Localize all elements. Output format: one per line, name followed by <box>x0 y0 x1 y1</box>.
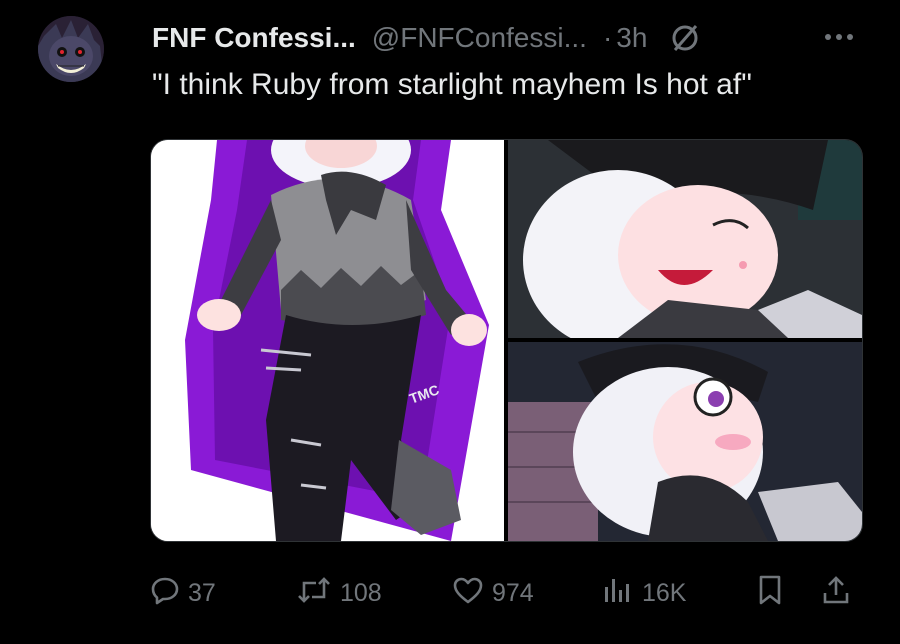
avatar-image <box>38 16 104 82</box>
reply-icon <box>150 575 188 612</box>
reply-count: 37 <box>188 578 216 607</box>
retweet-button[interactable]: 108 <box>296 568 382 618</box>
retweet-count: 108 <box>340 578 382 607</box>
views-icon <box>602 575 642 612</box>
media-image-closeup-blush[interactable] <box>508 342 862 541</box>
share-button[interactable] <box>820 568 860 618</box>
tweet-text: "I think Ruby from starlight mayhem Is h… <box>152 68 752 101</box>
reply-button[interactable]: 37 <box>150 568 216 618</box>
media-grid[interactable]: TMC <box>150 139 863 542</box>
tweet-header: FNF Confessi... @FNFConfessi... · 3h <box>152 18 701 58</box>
bookmark-icon <box>756 574 792 613</box>
tweet-time[interactable]: 3h <box>616 22 647 54</box>
slashed-circle-icon <box>669 22 701 54</box>
media-image-full-body[interactable]: TMC <box>151 140 504 541</box>
bookmark-button[interactable] <box>756 568 792 618</box>
author-name[interactable]: FNF Confessi... <box>152 22 356 54</box>
author-avatar[interactable] <box>38 16 104 82</box>
separator-dot: · <box>602 22 613 53</box>
like-button[interactable]: 974 <box>452 568 534 618</box>
views-count: 16K <box>642 578 687 607</box>
share-icon <box>820 574 860 613</box>
more-icon[interactable] <box>822 30 856 49</box>
like-count: 974 <box>492 578 534 607</box>
author-handle[interactable]: @FNFConfessi... <box>372 22 587 54</box>
media-image-closeup-wink[interactable] <box>508 140 862 338</box>
action-bar: 37 108 974 16K <box>150 568 860 618</box>
views-button[interactable]: 16K <box>602 568 686 618</box>
heart-icon <box>452 575 492 612</box>
retweet-icon <box>296 575 340 612</box>
